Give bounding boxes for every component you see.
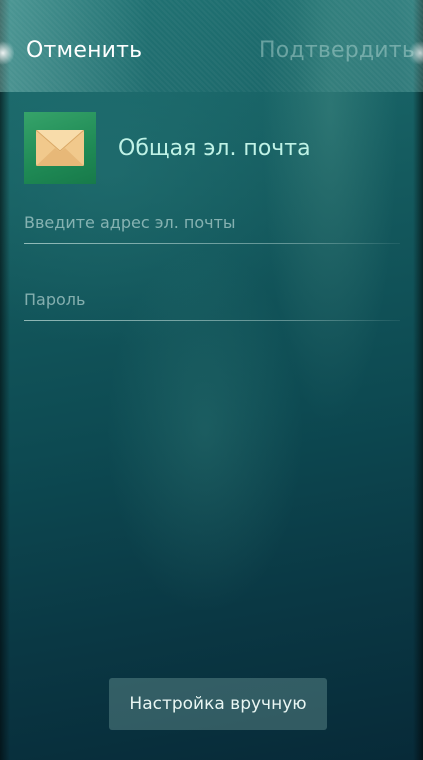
email-field [24,210,400,244]
email-underline [24,243,400,244]
back-indicator-glow [0,40,14,66]
password-input[interactable] [24,287,400,311]
password-underline [24,320,400,321]
cancel-button[interactable]: Отменить [26,38,142,63]
left-edge-shadow [0,0,10,760]
mail-tile [24,112,96,184]
account-type-title: Общая эл. почта [118,136,311,161]
confirm-button[interactable]: Подтвердить [259,38,415,63]
envelope-icon [36,130,84,166]
dialog-header: Отменить Подтвердить [0,0,423,92]
account-type-row: Общая эл. почта [24,112,404,184]
email-account-setup-screen: Отменить Подтвердить Общая эл. почта Нас… [0,0,423,760]
email-input[interactable] [24,210,400,234]
password-field [24,287,400,321]
manual-setup-button[interactable]: Настройка вручную [109,678,327,730]
right-edge-shadow [413,0,423,760]
